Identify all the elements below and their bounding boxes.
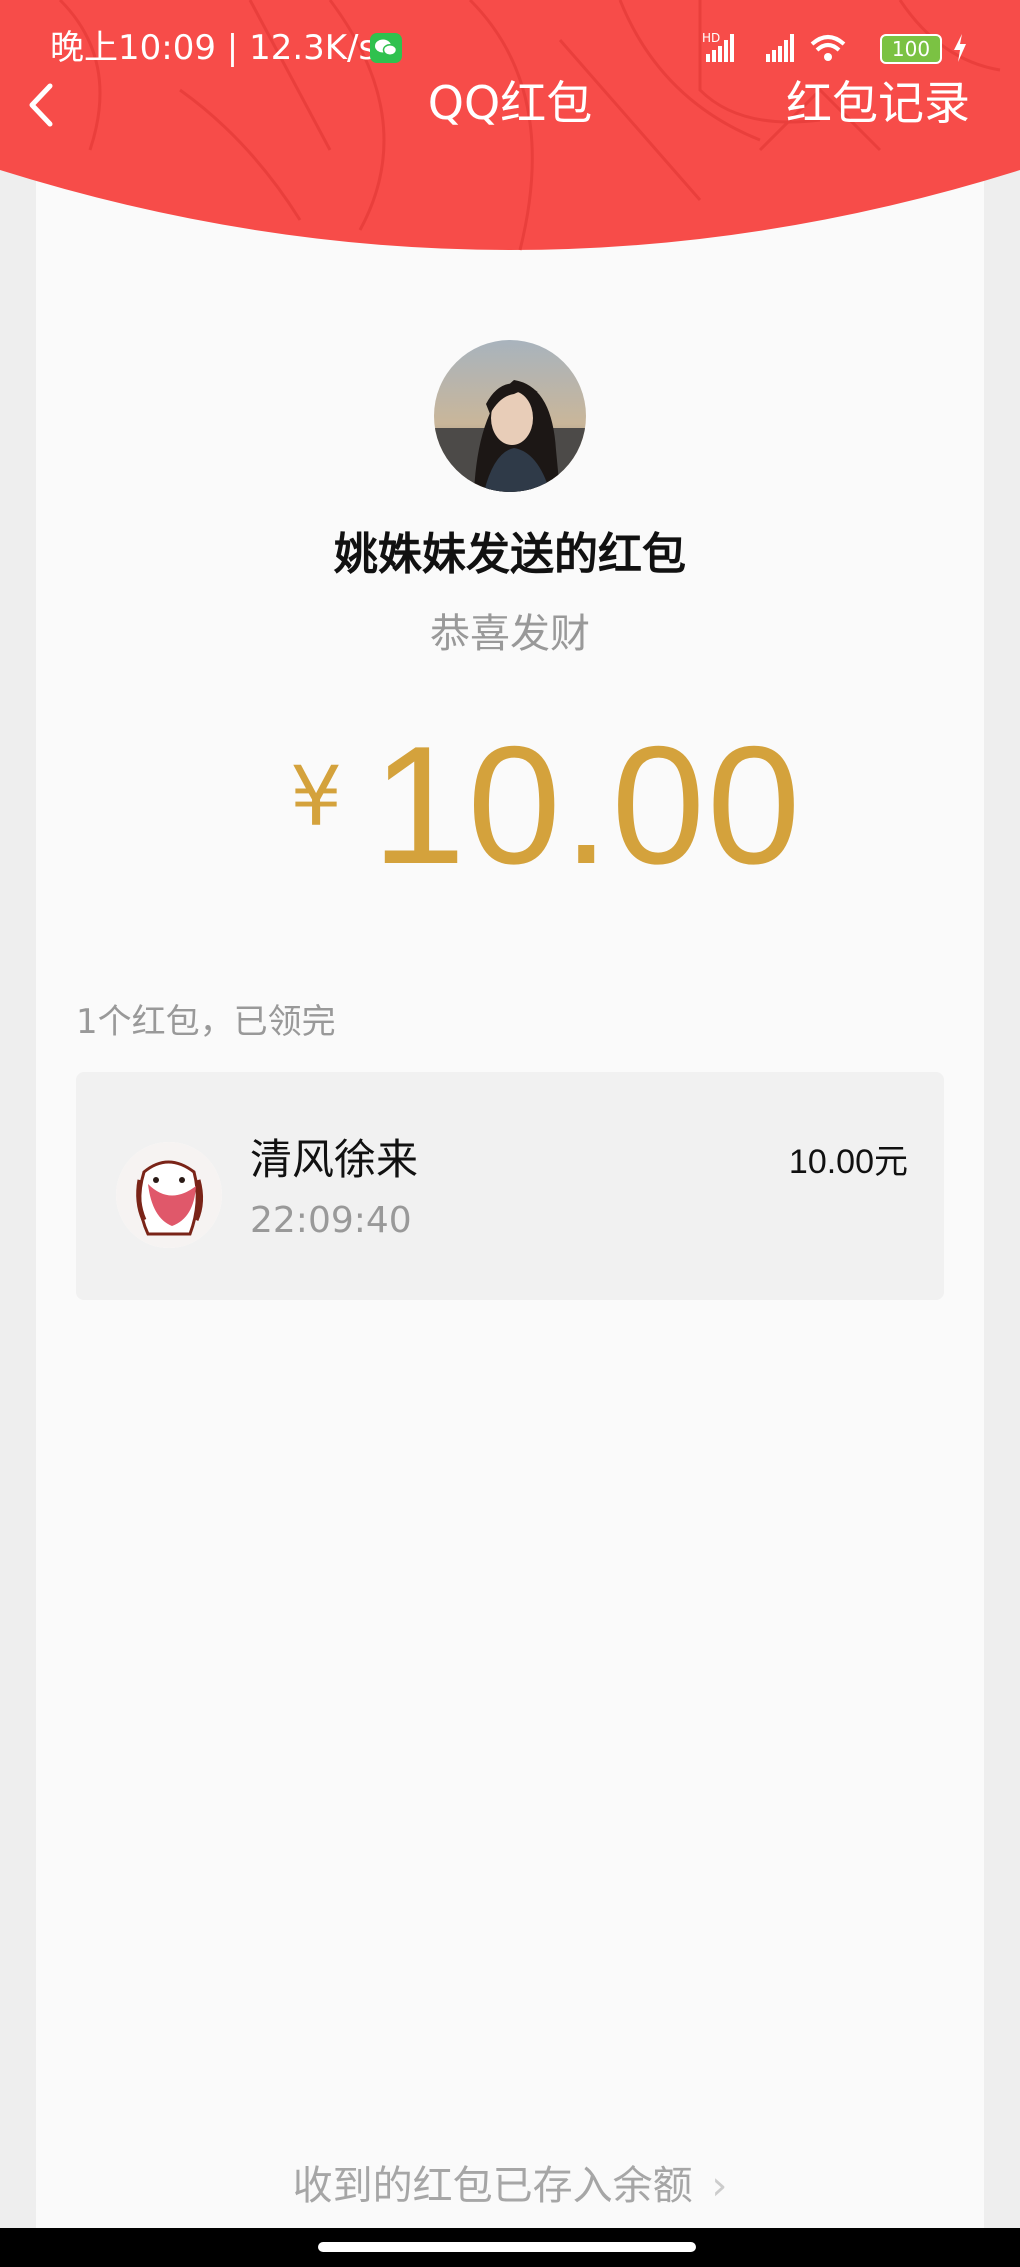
red-packet-records-link[interactable]: 红包记录 [786, 72, 970, 134]
chevron-right-icon: › [711, 2163, 728, 2209]
currency-symbol: ¥ [290, 750, 343, 845]
receiver-avatar[interactable] [116, 1142, 222, 1248]
wechat-notification-icon [370, 33, 402, 63]
home-indicator[interactable] [318, 2242, 696, 2252]
receiver-name: 清风徐来 [250, 1135, 419, 1184]
receiver-amount-value: 10.00 [788, 1143, 874, 1181]
system-navigation-bar [0, 2228, 1020, 2267]
signal-wifi-icons: HD [702, 31, 846, 62]
red-packet-detail-screen: 晚上10:09 | 12.3K/s HD 100 QQ红包 红包记录 姚姝妹发送… [0, 0, 1020, 2267]
receiver-amount: 10.00元 [789, 1138, 908, 1186]
sender-avatar[interactable] [434, 340, 586, 492]
balance-link[interactable]: 收到的红包已存入余额 › [0, 2158, 1020, 2214]
sender-avatar-image [434, 340, 586, 492]
sender-title: 姚姝妹发送的红包 [334, 529, 686, 580]
page-title: QQ红包 [427, 76, 593, 130]
chevron-left-icon [29, 83, 53, 127]
amount-display: ¥ 10.00 [0, 720, 1020, 890]
battery-indicator: 100 [880, 34, 942, 64]
receiver-list-item[interactable]: 清风徐来 22:09:40 10.00元 [76, 1072, 944, 1300]
receiver-time: 22:09:40 [250, 1200, 412, 1241]
charging-icon [954, 34, 966, 62]
packet-summary: 1个红包，已领完 [76, 1002, 336, 1042]
status-network-speed: 12.3K/s [249, 28, 377, 68]
balance-link-text: 收到的红包已存入余额 [292, 2163, 693, 2209]
hd-label: HD [702, 31, 720, 45]
blessing-message: 恭喜发财 [430, 611, 590, 657]
amount-value: 10.00 [372, 711, 803, 899]
status-time-speed: 晚上10:09 | 12.3K/s [50, 28, 376, 68]
receiver-avatar-image [116, 1142, 222, 1248]
status-icons: HD 100 [700, 28, 970, 68]
back-button[interactable] [14, 72, 74, 138]
status-separator: | [226, 28, 250, 68]
red-header: 晚上10:09 | 12.3K/s HD 100 QQ红包 红包记录 [0, 0, 1020, 262]
receiver-amount-unit: 元 [874, 1142, 908, 1182]
wechat-glyph [375, 39, 398, 56]
status-time: 晚上10:09 [50, 28, 216, 68]
